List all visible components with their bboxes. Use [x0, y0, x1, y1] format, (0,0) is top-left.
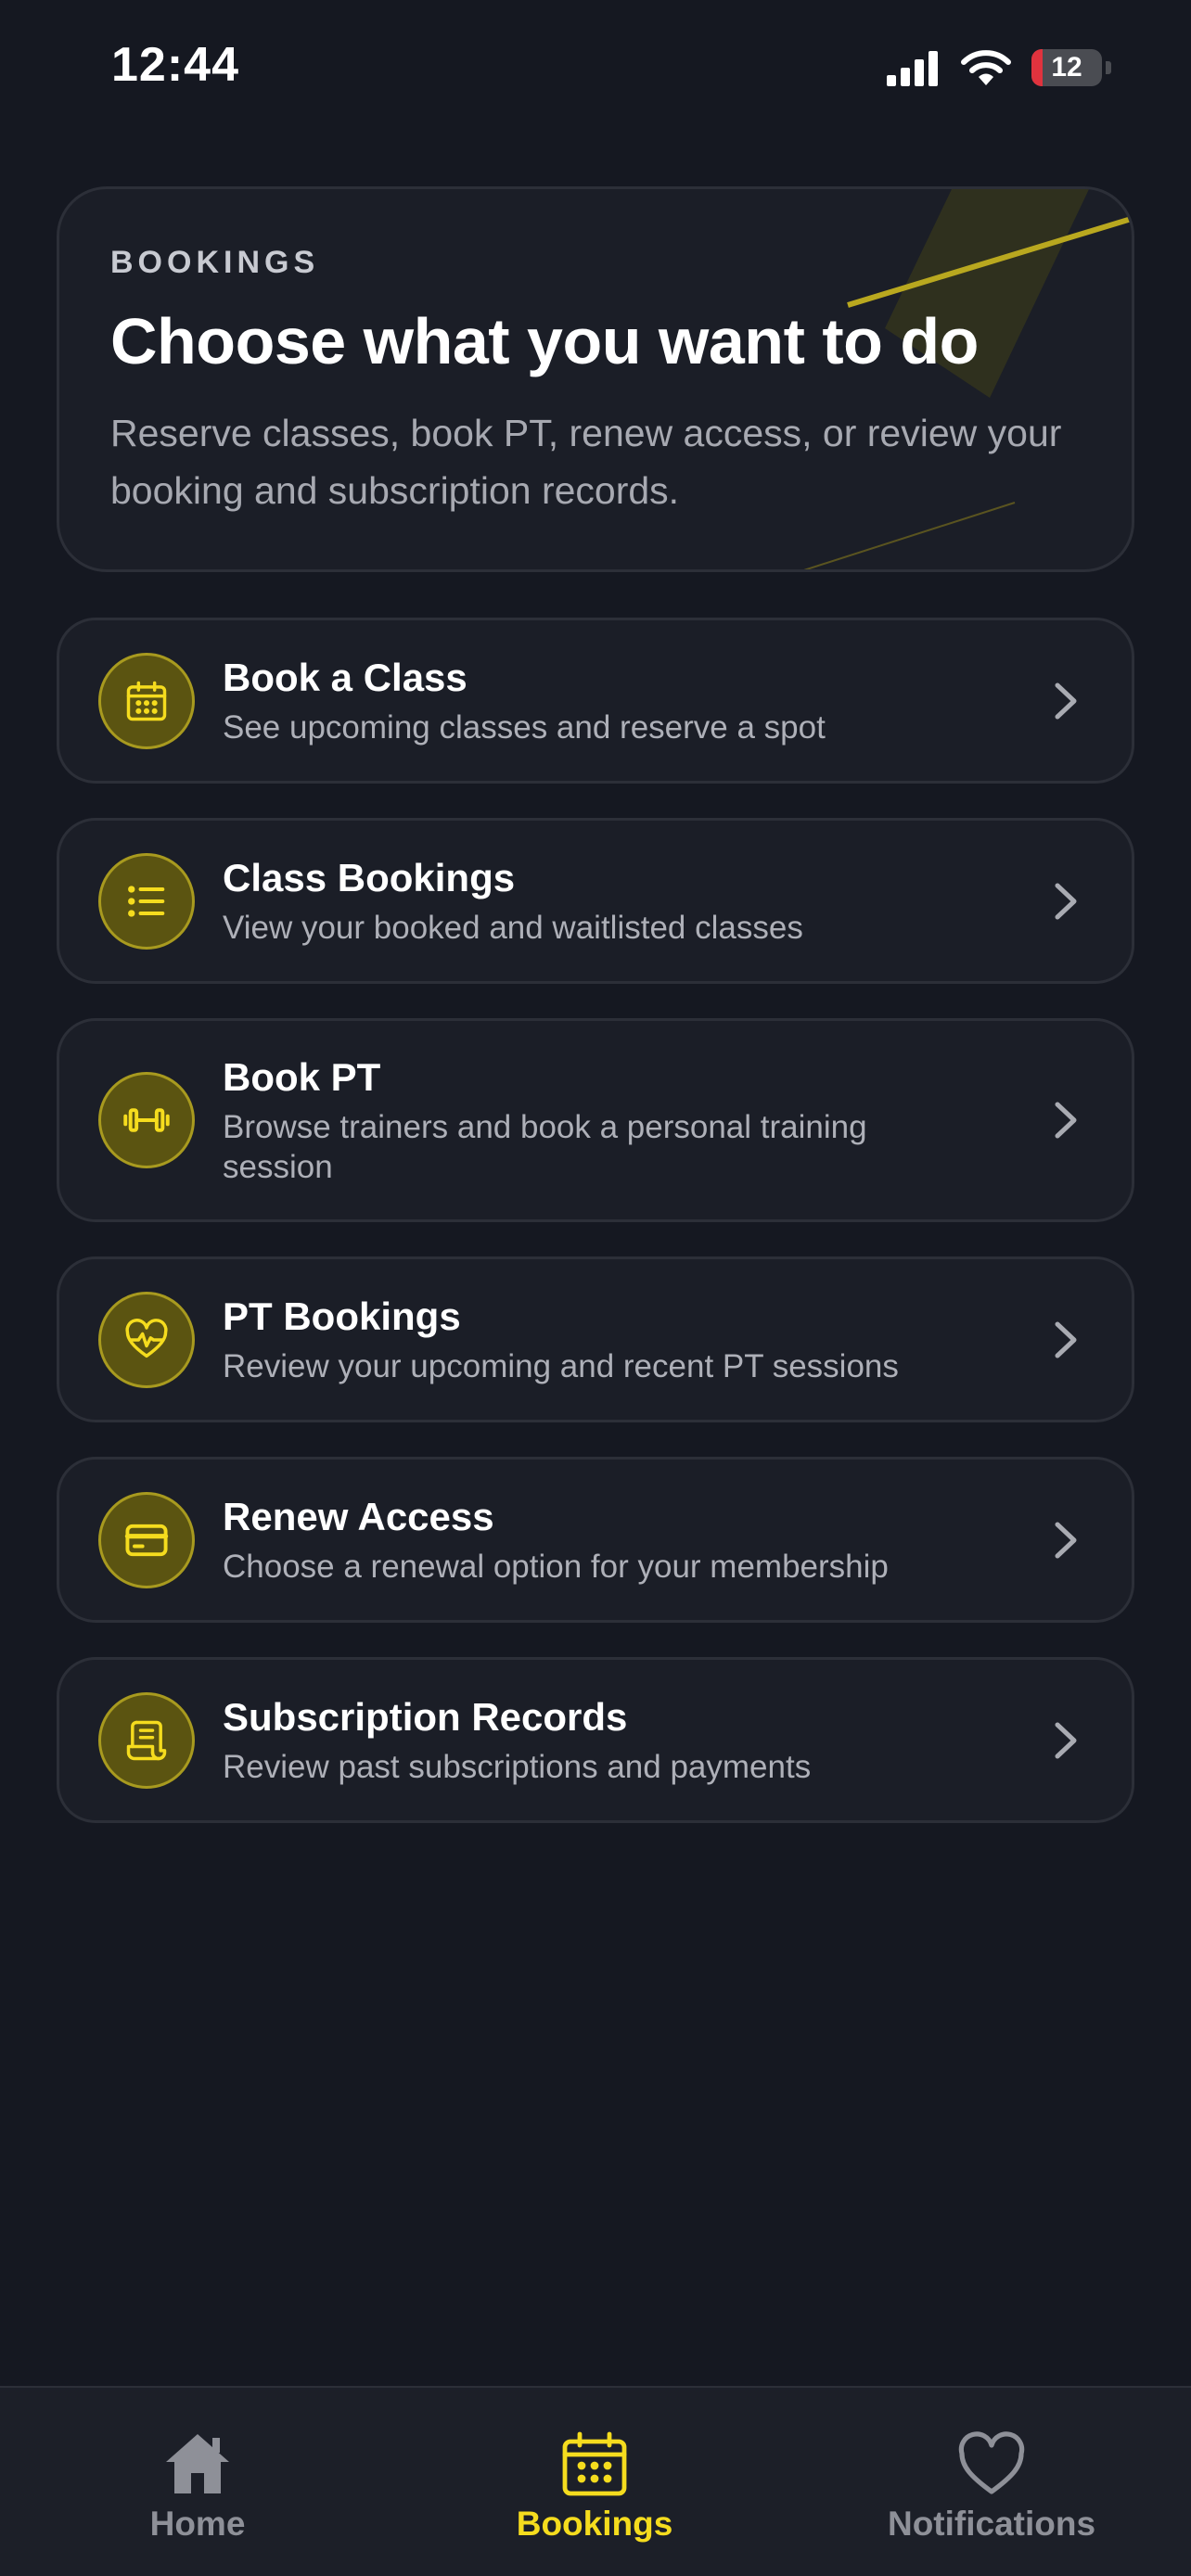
- status-bar: 12:44 12: [0, 0, 1191, 139]
- option-description: Review past subscriptions and payments: [223, 1749, 812, 1785]
- tab-bookings-label: Bookings: [516, 2505, 673, 2543]
- dumbbell-icon: [98, 1072, 195, 1168]
- calendar-icon: [562, 2431, 627, 2496]
- chevron-right-icon: [1055, 1321, 1077, 1358]
- page-title: Choose what you want to do: [110, 305, 979, 377]
- bookings-screen: 12:44 12 BOOKINGS Choose what you want t…: [0, 0, 1191, 2576]
- option-description: View your booked and waitlisted classes: [223, 910, 803, 946]
- chevron-right-icon: [1055, 1522, 1077, 1558]
- option-title: Renew Access: [223, 1495, 494, 1538]
- option-description: Choose a renewal option for your members…: [223, 1549, 889, 1585]
- option-text: Class Bookings View your booked and wait…: [223, 854, 983, 948]
- heart-pulse-icon: [98, 1291, 195, 1388]
- tab-home-label: Home: [149, 2505, 246, 2543]
- battery-indicator: 12: [1031, 49, 1102, 86]
- option-description: See upcoming classes and reserve a spot: [223, 709, 826, 746]
- option-description: Review your upcoming and recent PT sessi…: [223, 1348, 899, 1384]
- chevron-right-icon: [1055, 1722, 1077, 1758]
- heart-icon: [958, 2431, 1025, 2494]
- wifi-icon: [961, 50, 1011, 85]
- page-eyebrow: BOOKINGS: [110, 245, 320, 280]
- credit-card-icon: [98, 1491, 195, 1588]
- battery-cap: [1106, 61, 1111, 74]
- option-book-a-class[interactable]: Book a Class See upcoming classes and re…: [57, 618, 1134, 784]
- option-title: Subscription Records: [223, 1695, 628, 1739]
- page-subtitle: Reserve classes, book PT, renew access, …: [110, 412, 1062, 512]
- option-text: PT Bookings Review your upcoming and rec…: [223, 1293, 983, 1386]
- status-time: 12:44: [111, 38, 239, 92]
- option-book-pt[interactable]: Book PT Browse trainers and book a perso…: [57, 1018, 1134, 1222]
- tab-notifications[interactable]: Notifications: [852, 2430, 1131, 2544]
- chevron-right-icon: [1055, 883, 1077, 919]
- booking-options-list: Book a Class See upcoming classes and re…: [57, 618, 1134, 1857]
- tab-bookings[interactable]: Bookings: [455, 2430, 734, 2544]
- battery-level: 12: [1051, 52, 1082, 83]
- option-title: PT Bookings: [223, 1294, 461, 1338]
- list-icon: [98, 852, 195, 950]
- option-title: Book PT: [223, 1055, 381, 1099]
- option-text: Book a Class See upcoming classes and re…: [223, 654, 983, 747]
- option-title: Class Bookings: [223, 856, 516, 899]
- option-text: Renew Access Choose a renewal option for…: [223, 1493, 983, 1587]
- tab-notifications-label: Notifications: [887, 2505, 1096, 2543]
- option-text: Subscription Records Review past subscri…: [223, 1693, 983, 1787]
- cellular-signal-icon: [887, 51, 938, 86]
- calendar-icon: [98, 652, 195, 749]
- option-text: Book PT Browse trainers and book a perso…: [223, 1053, 983, 1187]
- home-icon: [166, 2434, 229, 2493]
- tab-home[interactable]: Home: [58, 2430, 337, 2544]
- receipt-icon: [98, 1691, 195, 1789]
- bottom-tab-bar: Home Bookings Notifications: [0, 2386, 1191, 2576]
- option-renew-access[interactable]: Renew Access Choose a renewal option for…: [57, 1457, 1134, 1623]
- option-subscription-records[interactable]: Subscription Records Review past subscri…: [57, 1657, 1134, 1823]
- option-title: Book a Class: [223, 656, 467, 699]
- chevron-right-icon: [1055, 1102, 1077, 1139]
- option-description: Browse trainers and book a personal trai…: [223, 1109, 867, 1185]
- header-card: BOOKINGS Choose what you want to do Rese…: [57, 186, 1134, 572]
- option-class-bookings[interactable]: Class Bookings View your booked and wait…: [57, 818, 1134, 984]
- status-icons: 12: [885, 46, 1111, 89]
- option-pt-bookings[interactable]: PT Bookings Review your upcoming and rec…: [57, 1256, 1134, 1422]
- chevron-right-icon: [1055, 682, 1077, 719]
